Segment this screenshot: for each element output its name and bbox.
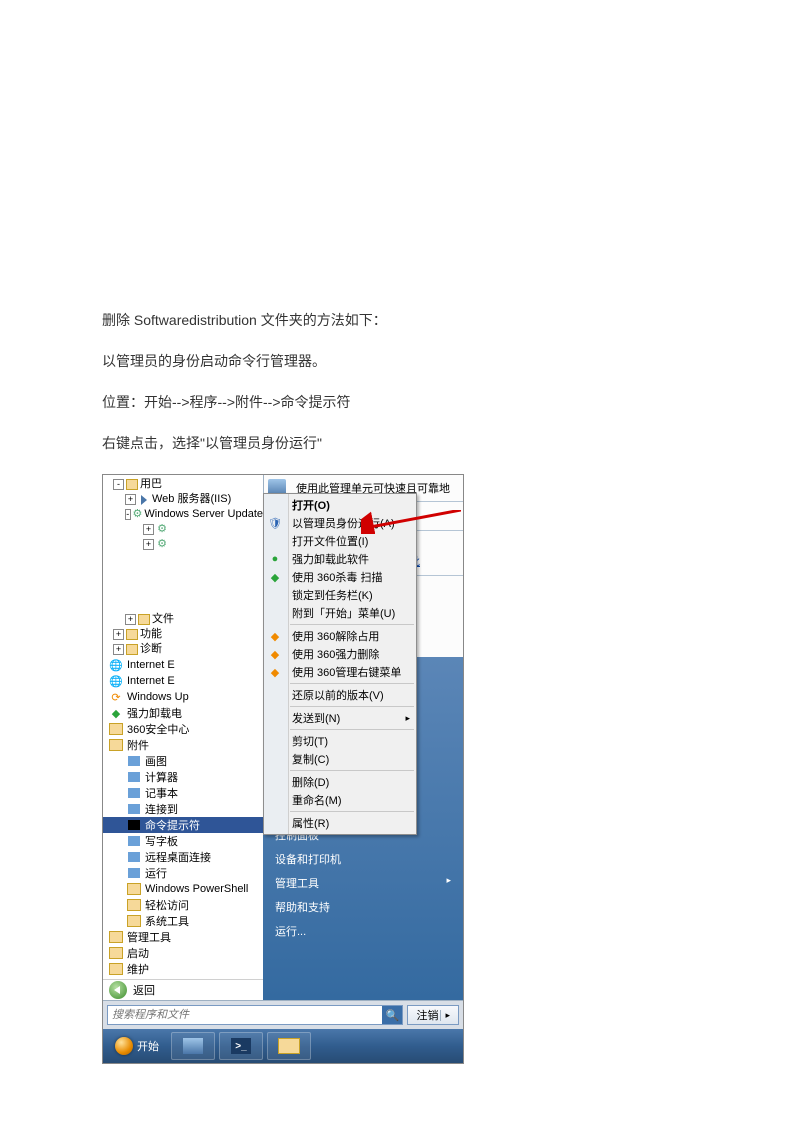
back-button[interactable]: 返回	[103, 979, 263, 1000]
start-search-row: 🔍 注销 ▸	[103, 1000, 463, 1029]
nav-notepad[interactable]: 记事本	[103, 785, 263, 801]
ctx-run-as-admin[interactable]: 🛡以管理员身份运行(A)	[264, 514, 416, 532]
nav-systools[interactable]: 系统工具	[103, 913, 263, 929]
nav-calc[interactable]: 计算器	[103, 769, 263, 785]
ctx-delete[interactable]: 删除(D)	[264, 773, 416, 791]
nav-rdp[interactable]: 远程桌面连接	[103, 849, 263, 865]
taskbar-explorer[interactable]	[267, 1032, 311, 1060]
nav-ie-64[interactable]: 🌐Internet E	[103, 673, 263, 689]
tree-diag[interactable]: 诊断	[140, 642, 162, 657]
paragraph-4: 右键点击，选择"以管理员身份运行"	[102, 433, 698, 454]
search-box[interactable]: 🔍	[107, 1005, 403, 1025]
ctx-open[interactable]: 打开(O)	[264, 496, 416, 514]
nav-360-uninstall[interactable]: ◆强力卸载电	[103, 705, 263, 721]
ctx-open-location[interactable]: 打开文件位置(I)	[264, 532, 416, 550]
nav-ie[interactable]: 🌐Internet E	[103, 657, 263, 673]
start-button[interactable]: 开始	[107, 1034, 167, 1058]
right-run[interactable]: 运行...	[263, 919, 463, 943]
search-icon[interactable]: 🔍	[382, 1006, 402, 1024]
context-menu: 打开(O) 🛡以管理员身份运行(A) 打开文件位置(I) ●强力卸载此软件 ◆使…	[263, 493, 417, 835]
right-help[interactable]: 帮助和支持	[263, 895, 463, 919]
back-arrow-icon	[109, 981, 127, 999]
ctx-360-rightmenu[interactable]: ◆使用 360管理右键菜单	[264, 663, 416, 681]
tree-features[interactable]: 功能	[140, 627, 162, 642]
right-admin-tools[interactable]: 管理工具	[263, 871, 463, 895]
ctx-360-unlock[interactable]: ◆使用 360解除占用	[264, 627, 416, 645]
nav-ease[interactable]: 轻松访问	[103, 897, 263, 913]
nav-wordpad[interactable]: 写字板	[103, 833, 263, 849]
tree-files[interactable]: 文件	[152, 612, 174, 627]
tree-wsus[interactable]: Windows Server Update	[144, 507, 263, 522]
nav-accessories[interactable]: 附件	[103, 737, 263, 753]
ctx-360-scan[interactable]: ◆使用 360杀毒 扫描	[264, 568, 416, 586]
mmc-tree[interactable]: -用巴 +Web 服务器(IIS) -⚙Windows Server Updat…	[103, 475, 263, 657]
nav-360-safe[interactable]: 360安全中心	[103, 721, 263, 737]
ctx-360-forcedel[interactable]: ◆使用 360强力删除	[264, 645, 416, 663]
nav-connect[interactable]: 连接到	[103, 801, 263, 817]
ctx-pin-start[interactable]: 附到「开始」菜单(U)	[264, 604, 416, 622]
nav-cmd-selected[interactable]: 命令提示符	[103, 817, 263, 833]
ctx-copy[interactable]: 复制(C)	[264, 750, 416, 768]
windows-orb-icon	[115, 1037, 133, 1055]
ctx-properties[interactable]: 属性(R)	[264, 814, 416, 832]
paragraph-3: 位置：开始-->程序-->附件-->命令提示符	[102, 392, 698, 413]
nav-powershell-folder[interactable]: Windows PowerShell	[103, 881, 263, 897]
ctx-rename[interactable]: 重命名(M)	[264, 791, 416, 809]
ctx-pin-taskbar[interactable]: 锁定到任务栏(K)	[264, 586, 416, 604]
nav-startup[interactable]: 启动	[103, 945, 263, 961]
chevron-right-icon[interactable]: ▸	[440, 1010, 450, 1021]
paragraph-1: 删除 Softwaredistribution 文件夹的方法如下：	[102, 310, 698, 331]
tree-label: 用巴	[140, 477, 162, 492]
ctx-prev-versions[interactable]: 还原以前的版本(V)	[264, 686, 416, 704]
right-devices[interactable]: 设备和打印机	[263, 847, 463, 871]
screenshot: -用巴 +Web 服务器(IIS) -⚙Windows Server Updat…	[102, 474, 464, 1064]
taskbar: 开始 >_	[103, 1029, 463, 1063]
search-input[interactable]	[108, 1007, 382, 1023]
nav-maintain[interactable]: 维护	[103, 961, 263, 977]
ctx-cut[interactable]: 剪切(T)	[264, 732, 416, 750]
nav-windows-update[interactable]: ⟳Windows Up	[103, 689, 263, 705]
taskbar-server-manager[interactable]	[171, 1032, 215, 1060]
nav-paint[interactable]: 画图	[103, 753, 263, 769]
nav-mgmt[interactable]: 管理工具	[103, 929, 263, 945]
taskbar-powershell[interactable]: >_	[219, 1032, 263, 1060]
tree-iis[interactable]: Web 服务器(IIS)	[152, 492, 231, 507]
ctx-send-to[interactable]: 发送到(N)▸	[264, 709, 416, 727]
paragraph-2: 以管理员的身份启动命令行管理器。	[102, 351, 698, 372]
ctx-360-uninstall[interactable]: ●强力卸载此软件	[264, 550, 416, 568]
nav-run[interactable]: 运行	[103, 865, 263, 881]
start-left-panel: 🌐Internet E 🌐Internet E ⟳Windows Up ◆强力卸…	[103, 657, 263, 1000]
shutdown-button[interactable]: 注销 ▸	[407, 1005, 459, 1025]
